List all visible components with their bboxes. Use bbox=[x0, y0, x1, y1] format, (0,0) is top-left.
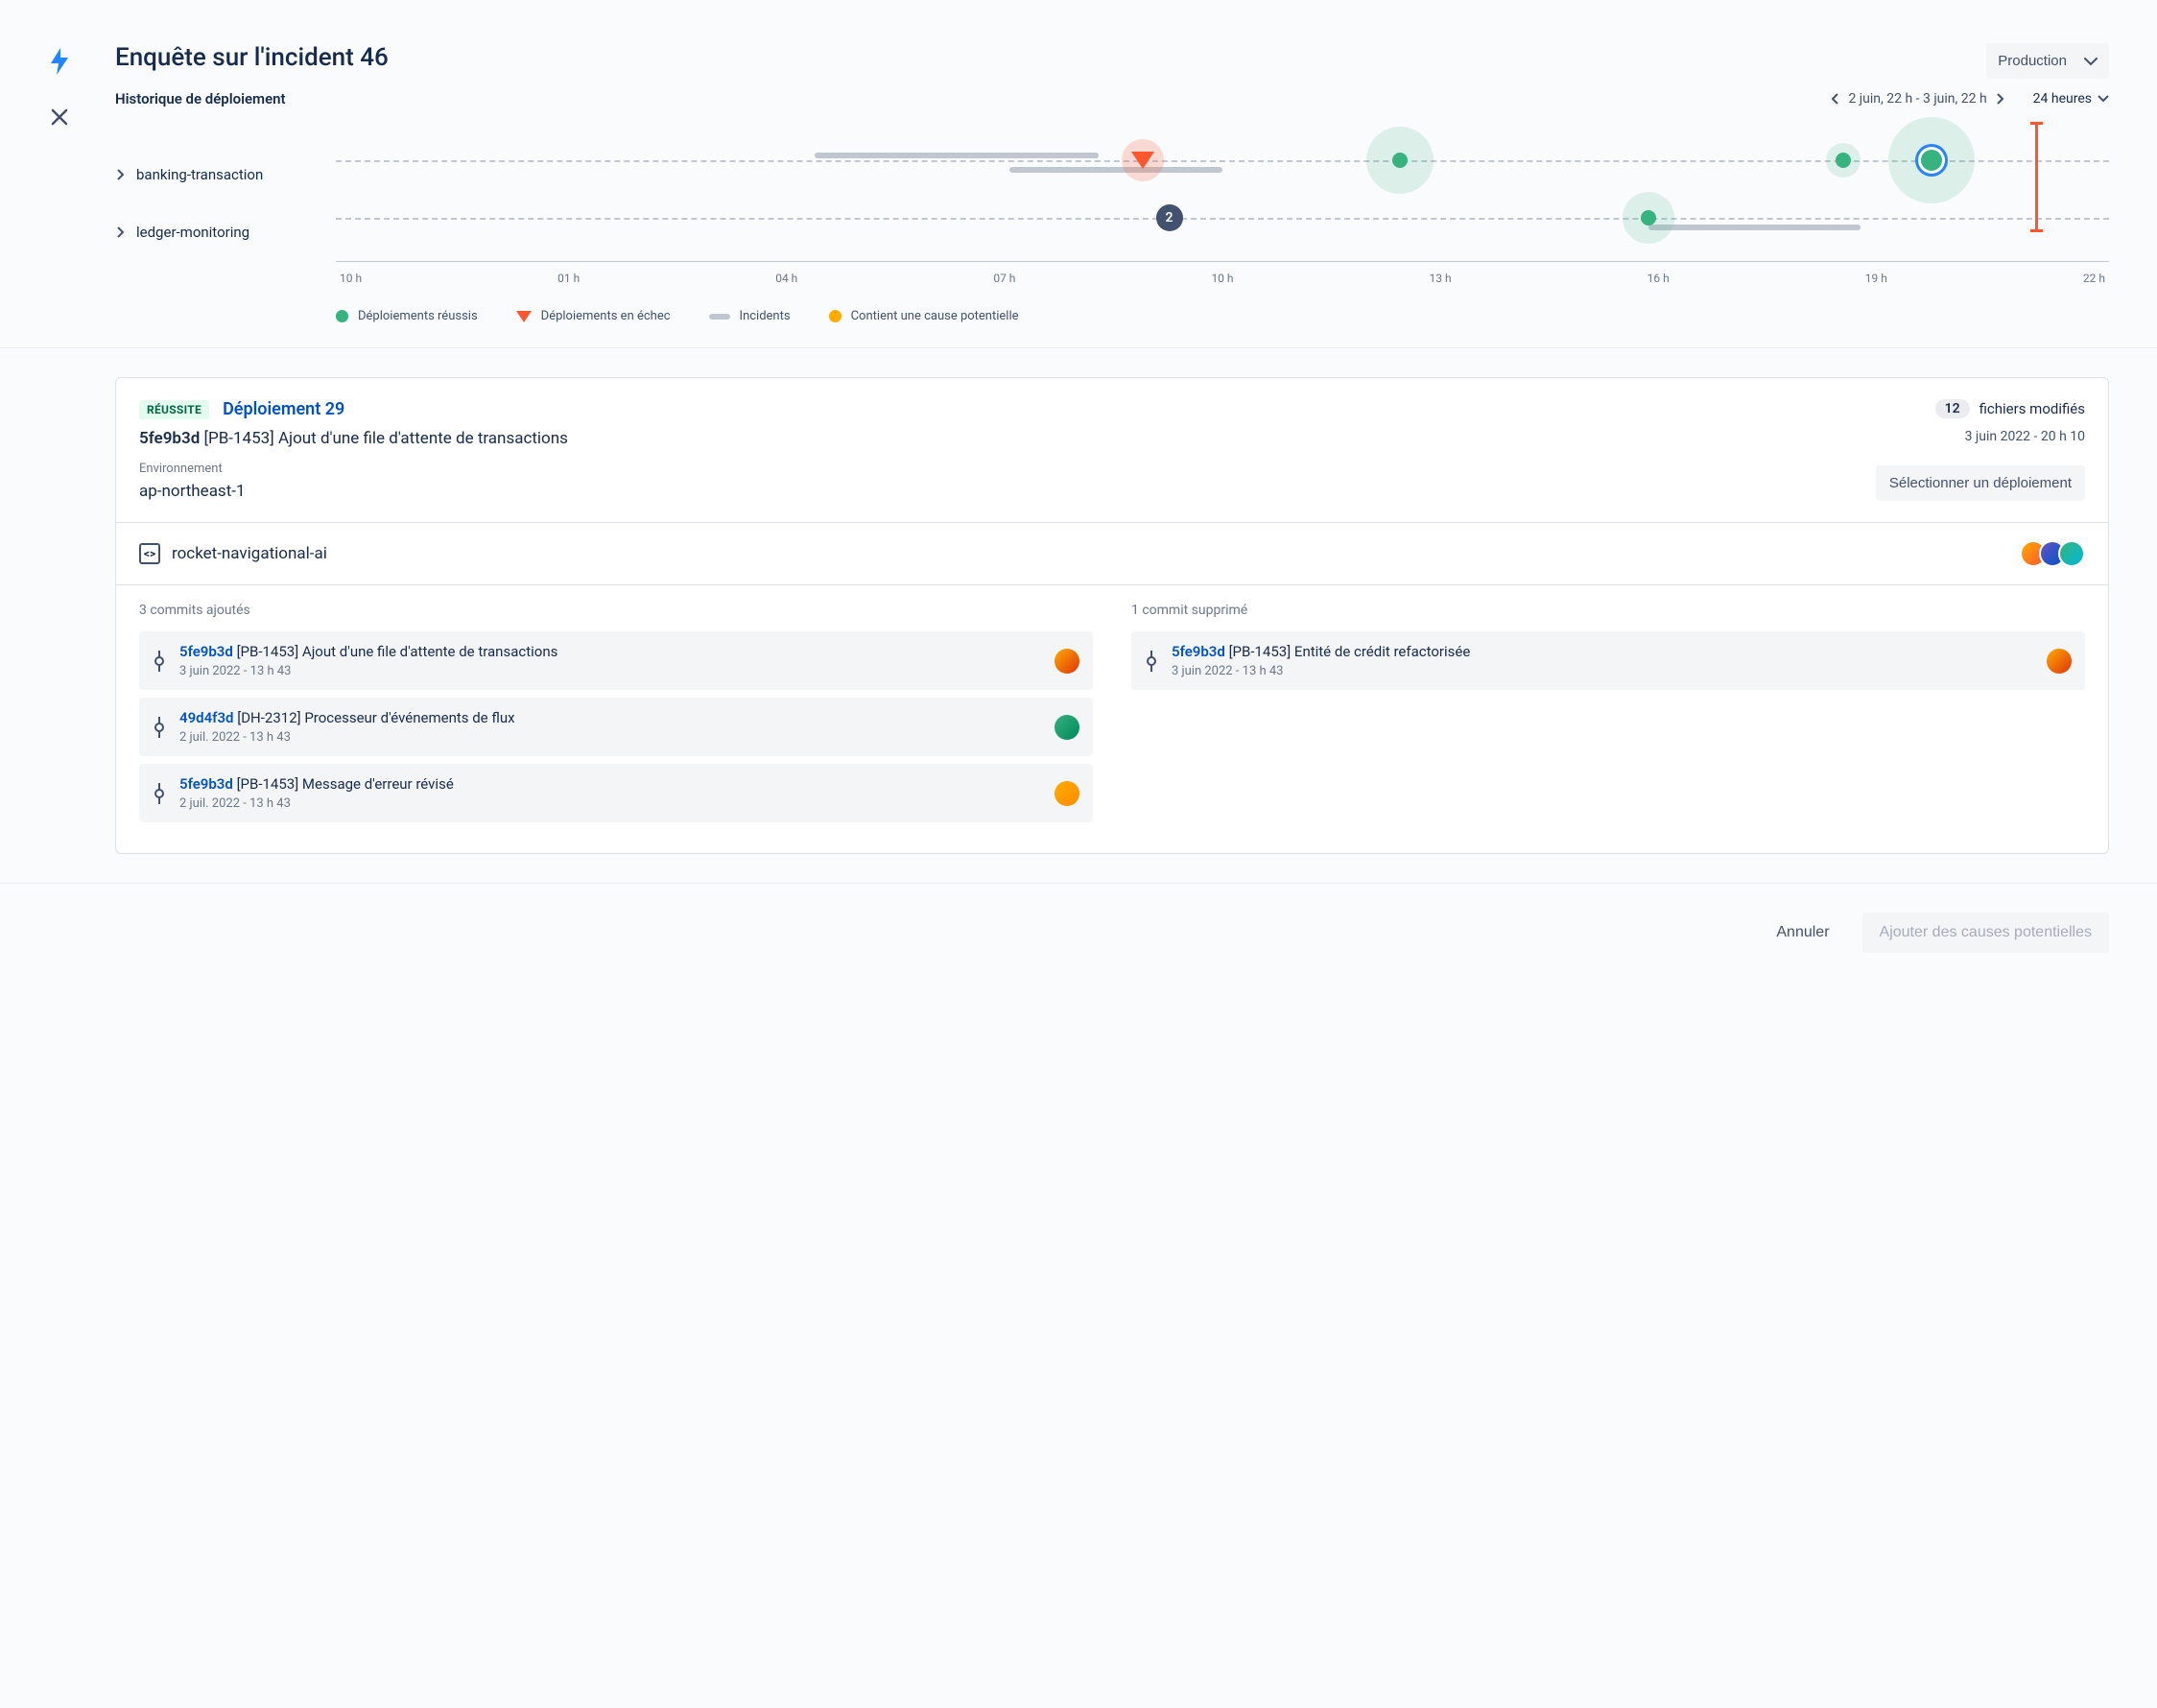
select-deployment-button[interactable]: Sélectionner un déploiement bbox=[1876, 465, 2085, 501]
incident-bar bbox=[1648, 225, 1861, 230]
section-title: Historique de déploiement bbox=[115, 90, 286, 107]
contributor-avatars bbox=[2027, 540, 2085, 567]
hours-selector[interactable]: 24 heures bbox=[2033, 91, 2109, 107]
environment-selector[interactable]: Production bbox=[1986, 43, 2109, 79]
added-commits-title: 3 commits ajoutés bbox=[139, 603, 1093, 618]
add-causes-button[interactable]: Ajouter des causes potentielles bbox=[1862, 913, 2109, 953]
files-modified: 12 fichiers modifiés bbox=[1935, 399, 2085, 418]
commit-icon bbox=[1145, 651, 1158, 672]
deployment-details-card: RÉUSSITE Déploiement 29 12 fichiers modi… bbox=[115, 377, 2109, 854]
failed-deployment-marker[interactable] bbox=[1131, 152, 1154, 169]
date-range-nav[interactable]: 2 juin, 22 h - 3 juin, 22 h bbox=[1831, 91, 2003, 107]
commit-icon bbox=[153, 651, 166, 672]
repo-name[interactable]: <> rocket-navigational-ai bbox=[139, 543, 327, 564]
cluster-badge[interactable]: 2 bbox=[1156, 204, 1183, 231]
incident-bar bbox=[815, 153, 1099, 158]
deployment-link[interactable]: Déploiement 29 bbox=[223, 399, 344, 419]
environment-value: ap-northeast-1 bbox=[139, 482, 246, 501]
deployment-marker[interactable] bbox=[1392, 153, 1408, 168]
timeline-ticks: 10 h 01 h 04 h 07 h 10 h 13 h 16 h 19 h … bbox=[336, 272, 2109, 285]
status-badge: RÉUSSITE bbox=[139, 400, 209, 419]
avatar bbox=[2047, 649, 2072, 674]
chevron-left-icon[interactable] bbox=[1831, 93, 1840, 105]
commit-item[interactable]: 5fe9b3d [PB-1453] Entité de crédit refac… bbox=[1131, 631, 2085, 690]
commit-item[interactable]: 5fe9b3d [PB-1453] Message d'erreur révis… bbox=[139, 764, 1093, 822]
chevron-down-icon bbox=[2084, 57, 2098, 66]
page-title: Enquête sur l'incident 46 bbox=[115, 43, 389, 72]
deployment-timeline[interactable]: 2 10 h 01 h 04 h 07 h 10 h 13 h bbox=[336, 127, 2109, 285]
environment-label: Environnement bbox=[139, 462, 246, 476]
deployment-marker[interactable] bbox=[1641, 210, 1656, 225]
service-row[interactable]: banking-transaction bbox=[115, 146, 336, 203]
avatar bbox=[1055, 781, 1079, 806]
commit-item[interactable]: 49d4f3d [DH-2312] Processeur d'événement… bbox=[139, 698, 1093, 756]
close-icon[interactable] bbox=[48, 107, 69, 130]
avatar bbox=[2058, 540, 2085, 567]
lightning-icon bbox=[48, 48, 71, 79]
chevron-down-icon bbox=[2098, 95, 2109, 103]
commit-icon bbox=[153, 783, 166, 804]
avatar bbox=[1055, 715, 1079, 740]
service-row[interactable]: ledger-monitoring bbox=[115, 203, 336, 261]
legend: Déploiements réussis Déploiements en éch… bbox=[336, 309, 2109, 323]
commit-icon bbox=[153, 717, 166, 738]
deployment-marker[interactable] bbox=[1836, 153, 1851, 168]
avatar bbox=[1055, 649, 1079, 674]
commit-item[interactable]: 5fe9b3d [PB-1453] Ajout d'une file d'att… bbox=[139, 631, 1093, 690]
deployment-marker-selected[interactable] bbox=[1921, 150, 1942, 171]
chevron-right-icon bbox=[115, 169, 125, 180]
chevron-right-icon bbox=[115, 226, 125, 238]
chevron-right-icon[interactable] bbox=[1995, 93, 2004, 105]
code-icon: <> bbox=[139, 543, 160, 564]
removed-commits-title: 1 commit supprimé bbox=[1131, 603, 2085, 618]
cancel-button[interactable]: Annuler bbox=[1763, 913, 1842, 953]
incident-bar bbox=[1009, 167, 1222, 173]
now-marker bbox=[2035, 122, 2038, 232]
